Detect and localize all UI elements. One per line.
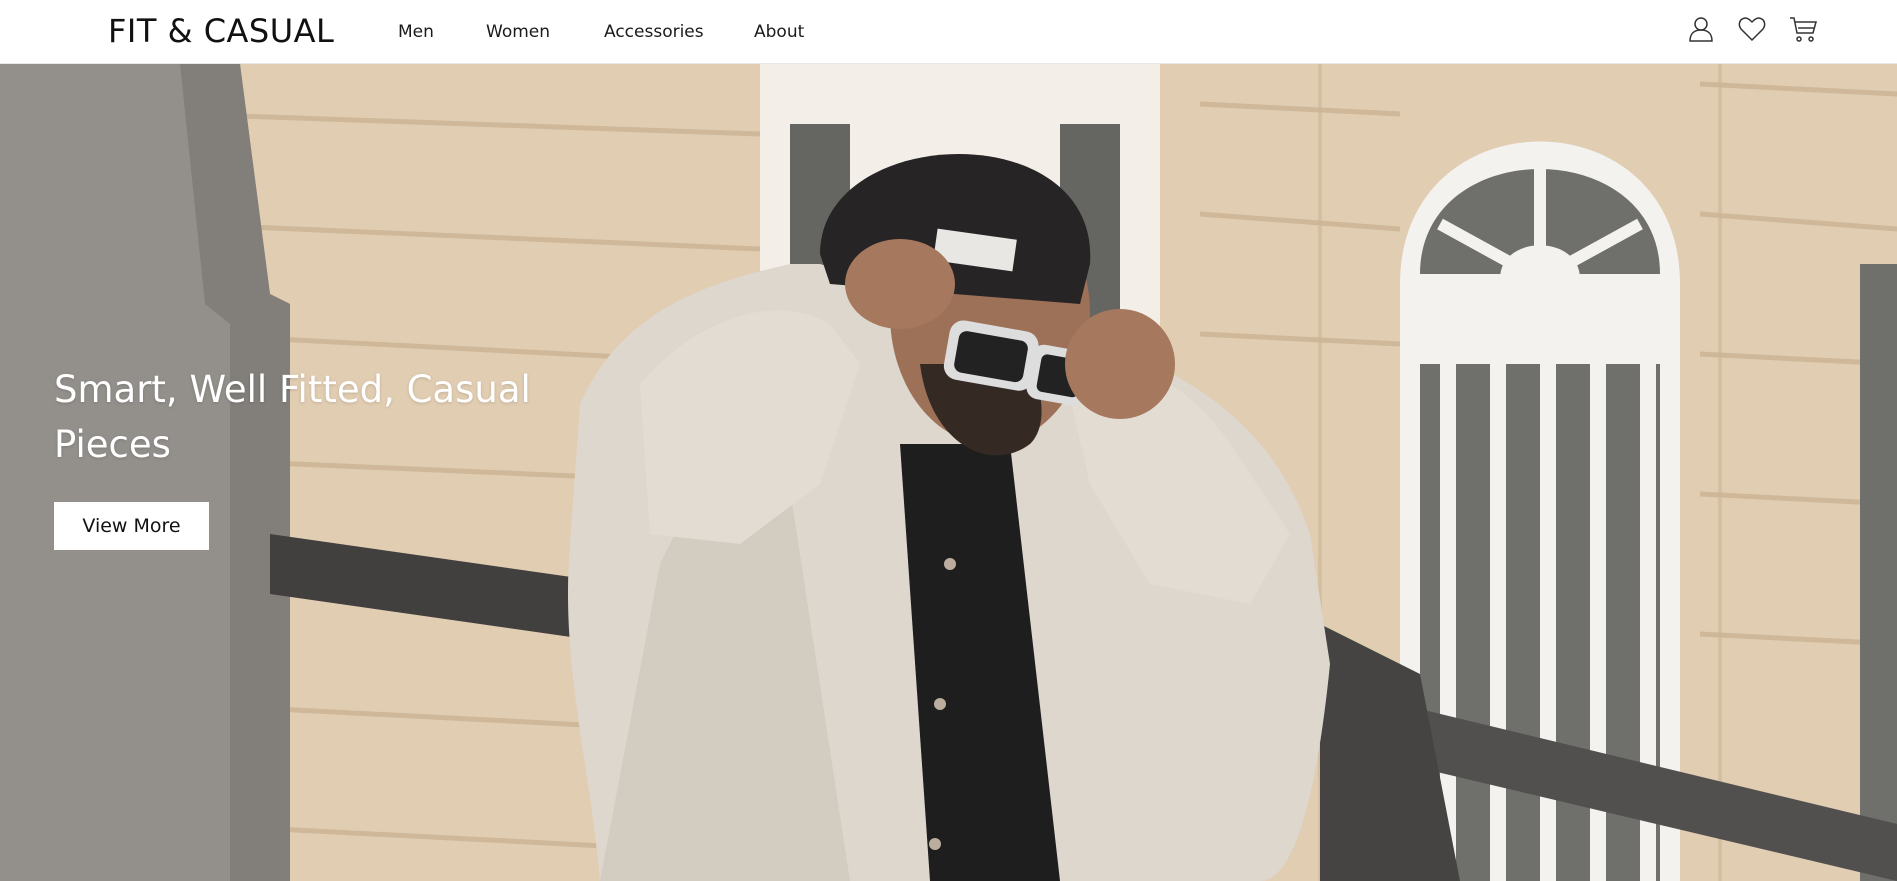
user-icon [1688,16,1713,42]
nav-link-accessories[interactable]: Accessories [604,20,754,44]
nav-link-about[interactable]: About [754,20,834,44]
heart-icon [1738,16,1765,41]
cart-button[interactable] [1786,12,1819,45]
account-button[interactable] [1684,12,1717,45]
brand-logo[interactable]: FIT & CASUAL [108,10,334,52]
view-more-button[interactable]: View More [54,502,209,550]
menu-item: About [754,20,834,44]
menu-item: Accessories [604,20,754,44]
hero-banner: Smart, Well Fitted, Casual Pieces View M… [0,64,1897,881]
menu-item: Men [398,20,486,44]
main-menu: Men Women Accessories About [398,20,834,44]
hero-title: Smart, Well Fitted, Casual Pieces [54,368,531,466]
wishlist-button[interactable] [1735,12,1768,45]
nav-link-men[interactable]: Men [398,20,486,44]
menu-item: Women [486,20,604,44]
cart-icon [1789,16,1817,42]
nav-link-women[interactable]: Women [486,20,604,44]
nav-icons [1684,12,1819,45]
top-navigation: FIT & CASUAL Men Women Accessories About [0,0,1897,64]
hero-photo [0,64,1897,881]
